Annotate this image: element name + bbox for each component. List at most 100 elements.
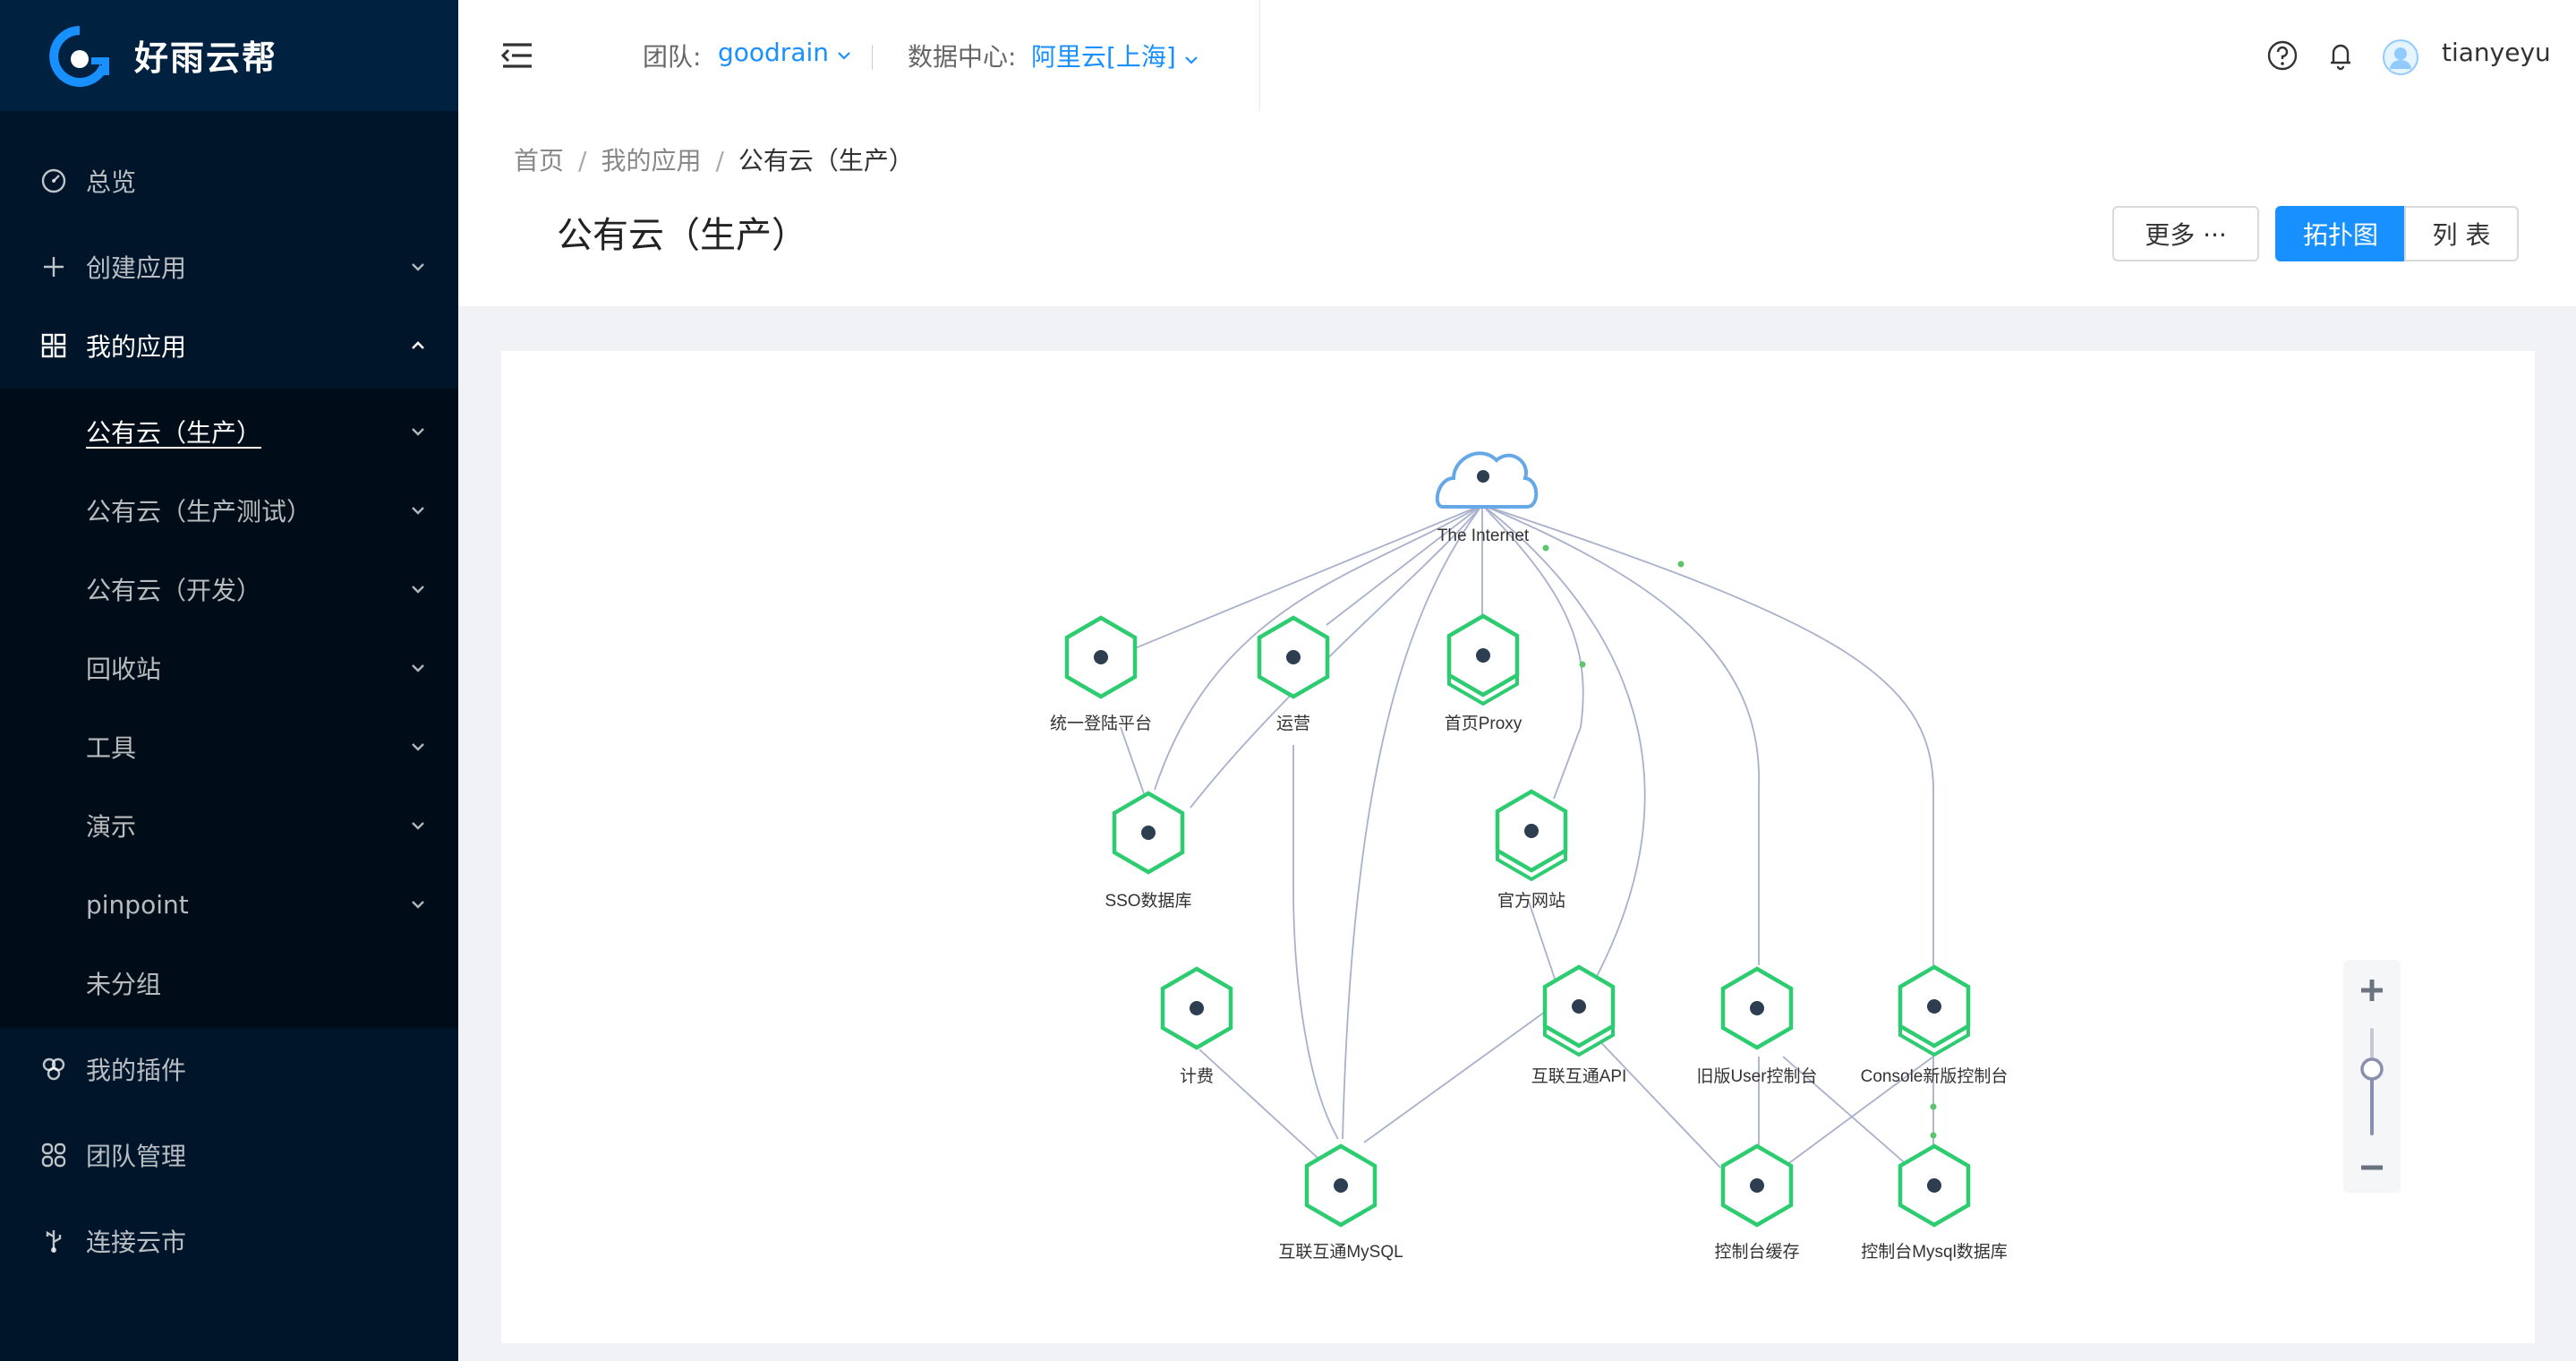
service-node[interactable]: 首页Proxy: [1445, 616, 1523, 733]
service-node[interactable]: 互联互通API: [1531, 967, 1627, 1086]
dashboard-icon: [39, 167, 68, 195]
zoom-out-button[interactable]: [2343, 1144, 2401, 1193]
breadcrumb-current: 公有云（生产）: [738, 146, 914, 175]
topology-panel: The Internet 统一登陆平台 运营 首页Proxy SSO数据库 官方…: [501, 351, 2535, 1343]
internet-node[interactable]: The Internet: [1435, 451, 1539, 545]
chevron-down-icon: [412, 428, 424, 436]
list-view-button[interactable]: 列 表: [2404, 206, 2519, 261]
nav-create-app-label: 创建应用: [86, 253, 187, 283]
service-node[interactable]: 控制台缓存: [1714, 1146, 1800, 1262]
team-value: goodrain: [718, 38, 830, 67]
node-label: 互联互通API: [1531, 1066, 1627, 1086]
group-item[interactable]: 工具: [0, 711, 458, 783]
group-label: 公有云（生产测试）: [86, 497, 312, 526]
chevron-down-icon: [412, 901, 424, 909]
service-node[interactable]: 统一登陆平台: [1050, 618, 1152, 733]
nav-overview[interactable]: 总览: [0, 145, 458, 217]
top-header: 团队: goodrain 数据中心: 阿里云[上海] tianyeyu: [458, 0, 2576, 111]
node-label: 互联互通MySQL: [1278, 1242, 1403, 1262]
nav-my-apps[interactable]: 我的应用: [0, 310, 458, 381]
chevron-down-icon: [412, 263, 424, 271]
group-item[interactable]: 演示: [0, 790, 458, 861]
group-label: 公有云（生产）: [86, 418, 262, 448]
group-label: 回收站: [86, 655, 162, 684]
username[interactable]: tianyeyu: [2442, 38, 2551, 67]
chevron-down-icon: [412, 507, 424, 515]
plus-icon: [39, 253, 68, 281]
avatar[interactable]: [2383, 39, 2418, 75]
nav-cloud-market[interactable]: 连接云市: [0, 1205, 458, 1277]
datacenter-selector[interactable]: 阿里云[上海]: [1031, 38, 1198, 73]
node-label: 运营: [1276, 714, 1310, 733]
edge-markers: [1542, 544, 1937, 1139]
service-node[interactable]: SSO数据库: [1105, 793, 1192, 911]
service-node[interactable]: 旧版User控制台: [1696, 969, 1818, 1086]
sidebar: 好雨云帮 总览 创建应用 我的应用 公有云（生产） 公有云（生产测试） 公有云（…: [0, 0, 458, 1361]
group-item[interactable]: pinpoint: [0, 869, 458, 940]
node-label: SSO数据库: [1105, 891, 1191, 911]
divider: [1259, 0, 1260, 111]
chevron-down-icon: [412, 586, 424, 594]
nav-my-plugins-label: 我的插件: [86, 1056, 187, 1085]
page-title: 公有云（生产）: [557, 215, 807, 256]
group-item[interactable]: 未分组: [0, 947, 458, 1019]
nav-team-manage-label: 团队管理: [86, 1142, 187, 1171]
nav-my-apps-label: 我的应用: [86, 332, 187, 362]
zoom-in-button[interactable]: [2343, 960, 2401, 1014]
logo[interactable]: 好雨云帮: [0, 0, 458, 111]
page-header: 首页 / 我的应用 / 公有云（生产） 公有云（生产） 更多 ··· 拓扑图 列 表: [458, 111, 2576, 306]
group-item[interactable]: 公有云（开发）: [0, 553, 458, 625]
group-item[interactable]: 回收站: [0, 632, 458, 704]
group-item[interactable]: 公有云（生产）: [0, 396, 458, 467]
breadcrumb-separator: /: [578, 146, 587, 175]
service-node[interactable]: Console新版控制台: [1861, 967, 2009, 1086]
nav-create-app[interactable]: 创建应用: [0, 231, 458, 303]
team-selector[interactable]: goodrain: [718, 38, 851, 67]
breadcrumb: 首页 / 我的应用 / 公有云（生产）: [514, 141, 914, 177]
service-node[interactable]: 互联互通MySQL: [1278, 1146, 1403, 1262]
team-label: 团队:: [643, 42, 702, 72]
zoom-control: [2343, 960, 2401, 1193]
chevron-down-icon: [838, 52, 850, 60]
group-label: 工具: [86, 733, 137, 763]
appstore-icon: [39, 331, 68, 360]
datacenter-value: 阿里云[上海]: [1031, 42, 1176, 72]
nav-overview-label: 总览: [86, 167, 137, 197]
brand-logo-icon: [49, 26, 109, 87]
group-item[interactable]: 公有云（生产测试）: [0, 475, 458, 546]
node-label: 旧版User控制台: [1696, 1066, 1817, 1086]
nav-my-plugins[interactable]: 我的插件: [0, 1033, 458, 1105]
breadcrumb-apps[interactable]: 我的应用: [601, 146, 701, 175]
node-label: 统一登陆平台: [1050, 714, 1152, 733]
menu-fold-icon[interactable]: [499, 38, 535, 73]
more-button[interactable]: 更多 ···: [2112, 206, 2259, 261]
chevron-up-icon: [412, 341, 424, 349]
breadcrumb-home[interactable]: 首页: [514, 146, 564, 175]
plugin-icon: [39, 1055, 68, 1083]
zoom-slider[interactable]: [2360, 1028, 2384, 1135]
topology-graph[interactable]: The Internet 统一登陆平台 运营 首页Proxy SSO数据库 官方…: [501, 351, 2535, 1343]
node-label: Console新版控制台: [1861, 1066, 2009, 1086]
question-circle-icon[interactable]: [2266, 39, 2299, 72]
nav-team-manage[interactable]: 团队管理: [0, 1119, 458, 1191]
chevron-down-icon: [1184, 56, 1198, 64]
node-label: 控制台Mysql数据库: [1861, 1242, 2008, 1262]
service-node[interactable]: 控制台Mysql数据库: [1861, 1146, 2008, 1262]
chevron-down-icon: [412, 664, 424, 672]
divider: [872, 45, 873, 70]
node-label: 控制台缓存: [1714, 1242, 1799, 1262]
service-node[interactable]: 官方网站: [1497, 792, 1565, 911]
node-label: 首页Proxy: [1445, 714, 1523, 733]
brand-name: 好雨云帮: [134, 39, 278, 78]
chevron-down-icon: [412, 822, 424, 830]
internet-label: The Internet: [1437, 526, 1530, 545]
chevron-down-icon: [412, 743, 424, 751]
bell-icon[interactable]: [2325, 39, 2356, 72]
group-label: 公有云（开发）: [86, 576, 262, 605]
datacenter-label: 数据中心:: [908, 42, 1017, 72]
group-label: 演示: [86, 812, 137, 842]
breadcrumb-separator: /: [715, 146, 724, 175]
group-label: 未分组: [86, 970, 162, 999]
topology-view-button[interactable]: 拓扑图: [2275, 206, 2406, 261]
team-icon: [39, 1141, 68, 1169]
